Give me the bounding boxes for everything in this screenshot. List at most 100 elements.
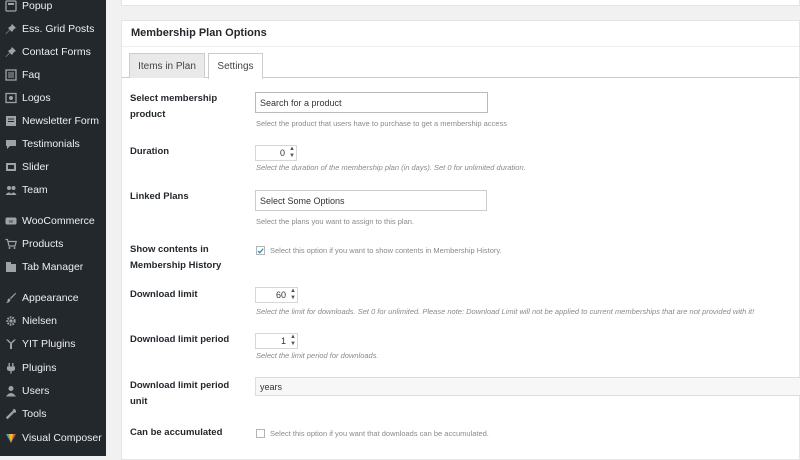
team-icon [4, 183, 18, 197]
download-limit-period-unit-select[interactable]: years [255, 377, 800, 396]
duration-spinner[interactable]: ▲ ▼ [288, 146, 296, 160]
sidebar-item-woocommerce[interactable]: W WooCommerce [0, 210, 106, 232]
download-limit-stepper[interactable]: 60 ▲ ▼ [255, 287, 298, 303]
download-limit-label: Download limit [130, 289, 198, 300]
download-limit-period-stepper[interactable]: 1 ▲ ▼ [255, 333, 298, 349]
show-contents-label: Show contents in Membership History [130, 244, 222, 271]
checkmark-icon [257, 247, 264, 254]
product-label: Select membership product [130, 93, 218, 120]
increment-icon[interactable]: ▲ [289, 334, 297, 341]
cart-icon [4, 237, 18, 251]
sidebar-item-plugins[interactable]: Plugins [0, 357, 106, 379]
sidebar-item-testimonials[interactable]: Testimonials [0, 133, 106, 155]
sidebar-item-ess-grid-posts[interactable]: Ess. Grid Posts [0, 18, 106, 40]
sidebar-item-label: Nielsen [22, 315, 58, 327]
download-limit-description: Select the limit for downloads. Set 0 fo… [256, 307, 755, 316]
product-description: Select the product that users have to pu… [256, 119, 507, 128]
show-contents-check-label: Select this option if you want to show c… [270, 246, 502, 255]
duration-description: Select the duration of the membership pl… [256, 163, 526, 172]
pin-icon [4, 45, 18, 59]
user-icon [4, 384, 18, 398]
download-limit-period-label: Download limit period [130, 334, 230, 345]
sidebar-item-label: Tools [22, 408, 47, 420]
popup-icon [4, 0, 18, 13]
download-limit-period-value: 1 [280, 336, 286, 346]
metabox-title: Membership Plan Options [131, 27, 267, 39]
pin-icon [4, 22, 18, 36]
slider-icon [4, 160, 18, 174]
gear-icon [4, 314, 18, 328]
increment-icon[interactable]: ▲ [288, 146, 296, 153]
product-search-input[interactable]: Search for a product [255, 92, 488, 113]
sidebar-item-yit-plugins[interactable]: YIT Plugins [0, 333, 106, 355]
sidebar-item-contact-forms[interactable]: Contact Forms [0, 41, 106, 63]
membership-plan-options-metabox: Membership Plan Options Items in Plan Se… [121, 20, 800, 460]
download-limit-period-spinner[interactable]: ▲ ▼ [289, 334, 297, 348]
linked-plans-label: Linked Plans [130, 191, 189, 202]
sidebar-item-label: Testimonials [22, 138, 80, 150]
download-limit-spinner[interactable]: ▲ ▼ [289, 288, 297, 302]
sidebar-item-label: Team [22, 184, 48, 196]
accumulated-check-label: Select this option if you want that down… [270, 429, 489, 438]
decrement-icon[interactable]: ▼ [289, 341, 297, 348]
sidebar-item-label: Contact Forms [22, 46, 91, 58]
sidebar-item-label: Users [22, 385, 50, 397]
sidebar-item-label: Ess. Grid Posts [22, 23, 95, 35]
admin-sidebar: Popup Ess. Grid Posts Contact Forms Faq … [0, 0, 106, 456]
show-contents-checkbox[interactable] [256, 246, 265, 255]
decrement-icon[interactable]: ▼ [288, 153, 296, 160]
speech-bubble-icon [4, 137, 18, 151]
paintbrush-icon [4, 291, 18, 305]
accumulated-checkbox[interactable] [256, 429, 265, 438]
sidebar-item-label: Popup [22, 0, 53, 12]
yit-icon [4, 337, 18, 351]
sidebar-item-popup[interactable]: Popup [0, 0, 106, 17]
linked-plans-description: Select the plans you want to assign to t… [256, 217, 415, 226]
sidebar-item-label: Newsletter Form [22, 115, 100, 127]
sidebar-item-label: Slider [22, 161, 49, 173]
download-limit-period-description: Select the limit period for downloads. [256, 351, 379, 360]
sidebar-item-label: WooCommerce [22, 215, 95, 227]
decrement-icon[interactable]: ▼ [289, 295, 297, 302]
sidebar-item-label: Tab Manager [22, 261, 84, 273]
duration-stepper[interactable]: 0 ▲ ▼ [255, 145, 297, 161]
sidebar-item-label: Faq [22, 69, 41, 81]
wrench-icon [4, 407, 18, 421]
newsletter-icon [4, 114, 18, 128]
sidebar-item-products[interactable]: Products [0, 233, 106, 255]
download-limit-period-unit-label: Download limit period unit [130, 380, 230, 407]
sidebar-item-tab-manager[interactable]: Tab Manager [0, 256, 106, 278]
sidebar-item-visual-composer[interactable]: Visual Composer [0, 427, 106, 449]
download-limit-value: 60 [275, 290, 286, 300]
tab-bar: Items in Plan Settings [122, 53, 799, 79]
sidebar-item-appearance[interactable]: Appearance [0, 287, 106, 309]
sidebar-item-label: Plugins [22, 362, 57, 374]
accumulated-label: Can be accumulated [130, 427, 223, 438]
sidebar-item-label: YIT Plugins [22, 338, 76, 350]
title-divider [122, 46, 799, 47]
duration-label: Duration [130, 146, 170, 157]
tab-icon [4, 260, 18, 274]
visual-composer-icon [4, 431, 18, 445]
tab-items-in-plan[interactable]: Items in Plan [129, 53, 205, 78]
tab-settings[interactable]: Settings [208, 53, 263, 79]
list-icon [4, 68, 18, 82]
increment-icon[interactable]: ▲ [289, 288, 297, 295]
image-icon [4, 91, 18, 105]
sidebar-item-nielsen[interactable]: Nielsen [0, 310, 106, 332]
sidebar-item-slider[interactable]: Slider [0, 156, 106, 178]
sidebar-item-newsletter-form[interactable]: Newsletter Form [0, 110, 106, 132]
plug-icon [4, 361, 18, 375]
sidebar-item-faq[interactable]: Faq [0, 64, 106, 86]
sidebar-item-label: Products [22, 238, 64, 250]
previous-postbox [121, 0, 800, 6]
linked-plans-select[interactable]: Select Some Options [255, 190, 487, 211]
sidebar-item-team[interactable]: Team [0, 179, 106, 201]
sidebar-item-label: Logos [22, 92, 51, 104]
sidebar-item-label: Appearance [22, 292, 79, 304]
woocommerce-icon: W [4, 214, 18, 228]
sidebar-item-label: Visual Composer [22, 432, 102, 444]
sidebar-item-logos[interactable]: Logos [0, 87, 106, 109]
sidebar-item-users[interactable]: Users [0, 380, 106, 402]
sidebar-item-tools[interactable]: Tools [0, 403, 106, 425]
